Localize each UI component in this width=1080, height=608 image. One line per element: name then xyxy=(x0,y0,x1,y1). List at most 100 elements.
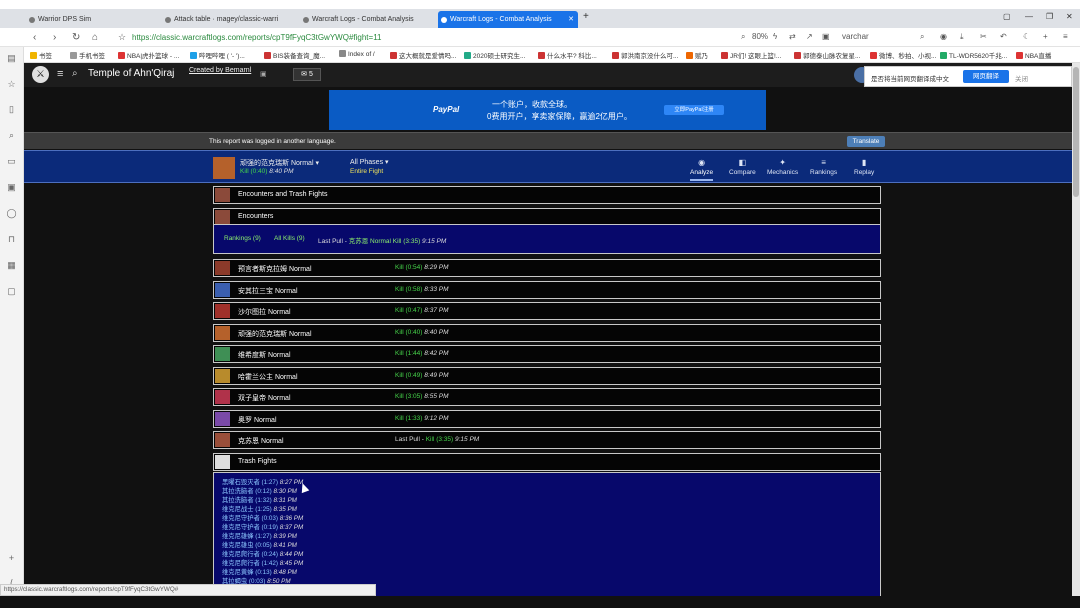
all-kills-link[interactable]: All Kills (9) xyxy=(274,235,305,242)
back-icon[interactable]: ‹ xyxy=(33,32,36,43)
boss-row[interactable]: 顽强的范克瑞斯 Normal Kill (0:40) 8:40 PM xyxy=(213,324,881,342)
bookmark-item[interactable]: 这大概就是爱情吗... xyxy=(390,50,456,60)
new-tab-button[interactable]: + xyxy=(583,11,589,22)
hamburger-menu-icon[interactable]: ≡ xyxy=(57,68,63,80)
translate-page-button[interactable]: 网页翻译 xyxy=(963,70,1009,83)
ad-signup-button[interactable]: 立即PayPal注册 xyxy=(664,105,724,115)
close-window-icon[interactable]: ✕ xyxy=(1066,12,1073,21)
trash-fight-link[interactable]: 其拉洗脑者 (1:32) 8:31 PM xyxy=(222,495,297,504)
translate-icon[interactable]: ⇄ xyxy=(789,32,796,41)
bookmark-item[interactable]: JR们! 这眼上篮!... xyxy=(721,50,781,60)
tab-attack-table[interactable]: Attack table · magey/classic-warri xyxy=(162,11,296,28)
zoom-icon[interactable]: ⌕ xyxy=(741,32,745,42)
forward-icon[interactable]: › xyxy=(53,32,56,43)
tab-search-icon[interactable]: ▢ xyxy=(1003,12,1011,21)
fight-selector[interactable]: 顽强的范克瑞斯 Normal ▾ xyxy=(240,158,319,168)
search-icon[interactable]: ⌕ xyxy=(920,32,924,42)
reload-icon[interactable]: ↻ xyxy=(72,32,80,43)
boss-row[interactable]: 安其拉三宝 Normal Kill (0:58) 8:33 PM xyxy=(213,281,881,299)
trash-fight-link[interactable]: 维克尼守护者 (0:19) 8:37 PM xyxy=(222,522,303,531)
warcraftlogs-logo-icon[interactable]: ⚔ xyxy=(32,66,49,83)
bookmark-item[interactable]: 哔哩哔哩 ( '- ')... xyxy=(190,50,245,60)
bookmark-item[interactable]: NBA直播 xyxy=(1016,50,1051,60)
trash-fight-link[interactable]: 维克尼守护者 (0:03) 8:36 PM xyxy=(222,513,303,522)
tab-rankings[interactable]: ≡ Rankings xyxy=(810,158,837,176)
star-icon[interactable]: ☆ xyxy=(118,32,126,43)
translate-button[interactable]: Translate xyxy=(847,136,885,147)
bookmark-item[interactable]: 赋乃 xyxy=(686,50,708,60)
bookmark-item[interactable]: TL-WDR5620千兆... xyxy=(940,50,1007,60)
bookmark-item[interactable]: 郭德泰山脉农复星... xyxy=(794,50,860,60)
trash-fight-link[interactable]: 维克尼爬行者 (1:42) 8:45 PM xyxy=(222,558,303,567)
bookmark-item[interactable]: 微博、秒拍、小视... xyxy=(870,50,936,60)
search-icon[interactable]: ⌕ xyxy=(72,68,78,79)
ad-banner[interactable]: PayPal 一个账户，收款全球。 0费用开户，享卖家保障，赢逾2亿用户。 立即… xyxy=(329,90,766,130)
panel-toggle-icon[interactable]: ▤ xyxy=(6,53,17,64)
menu-icon[interactable]: ≡ xyxy=(1063,32,1068,41)
scroll-thumb[interactable] xyxy=(1073,67,1079,197)
trash-fight-link[interactable]: 维克尼黄蜂 (0:13) 8:48 PM xyxy=(222,567,297,576)
game-icon[interactable]: ◉ xyxy=(940,32,947,41)
bookmark-item[interactable]: BIS装备查询_魔... xyxy=(264,50,325,60)
trash-fight-link[interactable]: 其拉洗脑者 (0:12) 8:30 PM xyxy=(222,486,297,495)
close-tab-icon[interactable]: ✕ xyxy=(568,11,574,28)
cut-icon[interactable]: ✂ xyxy=(980,32,987,41)
boss-row[interactable]: 双子皇帝 Normal Kill (3:05) 8:55 PM xyxy=(213,388,881,406)
maximize-icon[interactable]: ❐ xyxy=(1046,12,1053,21)
trash-fight-link[interactable]: 维克尼雄虫 (0:05) 8:41 PM xyxy=(222,540,297,549)
undo-icon[interactable]: ↶ xyxy=(1000,32,1007,41)
trash-fight-link[interactable]: 维克尼爬行者 (0:24) 8:44 PM xyxy=(222,549,303,558)
translate-close-button[interactable]: 关闭 xyxy=(1015,73,1028,83)
favorites-icon[interactable]: ☆ xyxy=(6,79,17,90)
boss-row[interactable]: 预言者斯克拉姆 Normal Kill (0:54) 8:29 PM xyxy=(213,259,881,277)
zone-title[interactable]: Temple of Ahn'Qiraj xyxy=(88,68,174,79)
bolt-icon[interactable]: ϟ xyxy=(773,32,777,41)
url-input[interactable]: https://classic.warcraftlogs.com/reports… xyxy=(132,30,732,45)
boss-row[interactable]: 奥罗 Normal Kill (1:33) 9:12 PM xyxy=(213,410,881,428)
trash-fight-link[interactable]: 黑曜石毁灭者 (1:27) 8:27 PM xyxy=(222,477,303,486)
search-panel-icon[interactable]: ⌕ xyxy=(6,130,17,141)
reading-icon[interactable]: ▯ xyxy=(6,104,17,115)
comments-button[interactable]: ✉ 5 xyxy=(293,68,321,81)
app-icon[interactable]: ▦ xyxy=(6,260,17,271)
tab-replay[interactable]: ▮ Replay xyxy=(854,158,874,176)
cart-icon[interactable]: ⊓ xyxy=(6,234,17,245)
bookmark-item[interactable]: 手机书签 xyxy=(70,50,105,60)
tab-analyze[interactable]: ◉ Analyze xyxy=(690,158,714,181)
bookmark-item[interactable]: 郭洪南京没什么可... xyxy=(612,50,678,60)
add-panel-icon[interactable]: + xyxy=(6,553,17,564)
page-scrollbar[interactable] xyxy=(1072,63,1080,596)
minimize-icon[interactable]: — xyxy=(1025,12,1033,21)
tab-mechanics[interactable]: ✦ Mechanics xyxy=(767,158,798,176)
profile-search-text[interactable]: varchar xyxy=(842,32,869,41)
boss-row[interactable]: 哈霍兰公主 Normal Kill (0:49) 8:49 PM xyxy=(213,367,881,385)
bookmark-item[interactable]: 书签 xyxy=(30,50,52,60)
wallet-icon[interactable]: ▢ xyxy=(6,286,17,297)
add-icon[interactable]: + xyxy=(1043,32,1048,41)
created-by-link[interactable]: Created by Bemarnl xyxy=(189,67,251,74)
last-pull-link[interactable]: Last Pull - 克苏恩 Normal Kill (3:35) 9:15 … xyxy=(318,235,446,245)
bookmark-item[interactable]: NBA|虎扑篮球 - ... xyxy=(118,50,179,60)
bookmark-item[interactable]: 2020硕士研究生... xyxy=(464,50,525,60)
boss-row[interactable]: 维希度斯 Normal Kill (1:44) 8:42 PM xyxy=(213,345,881,363)
chat-icon[interactable]: ◯ xyxy=(6,208,17,219)
tab-warrior-sim[interactable]: Warrior DPS Sim xyxy=(26,11,158,28)
trash-fight-link[interactable]: 维克尼战士 (1:25) 8:35 PM xyxy=(222,504,297,513)
trash-fight-link[interactable]: 维克尼雄蜂 (1:27) 8:39 PM xyxy=(222,531,297,540)
phase-selector[interactable]: All Phases ▾ xyxy=(350,158,389,166)
boss-row[interactable]: 克苏恩 Normal Last Pull - Kill (3:35) 9:15 … xyxy=(213,431,881,449)
encounters-and-trash-header[interactable]: Encounters and Trash Fights xyxy=(213,186,881,204)
share-icon[interactable]: ↗ xyxy=(806,32,813,41)
guild-icon[interactable]: ▣ xyxy=(260,70,267,78)
search-engine-icon[interactable]: ▣ xyxy=(822,32,830,41)
tab-compare[interactable]: ◧ Compare xyxy=(729,158,756,176)
bookmark-item[interactable]: 什么水平? 科比... xyxy=(538,50,597,60)
download-icon[interactable]: ⤓ xyxy=(960,32,964,42)
tab-warcraftlogs-1[interactable]: Warcraft Logs - Combat Analysis xyxy=(300,11,434,28)
notes-icon[interactable]: ▭ xyxy=(6,156,17,167)
trash-fights-header[interactable]: Trash Fights xyxy=(213,453,881,471)
zoom-level[interactable]: 80% xyxy=(752,32,768,41)
home-icon[interactable]: ⌂ xyxy=(92,32,98,43)
video-icon[interactable]: ▣ xyxy=(6,182,17,193)
tab-warcraftlogs-active[interactable]: Warcraft Logs - Combat Analysis ✕ xyxy=(438,11,578,28)
